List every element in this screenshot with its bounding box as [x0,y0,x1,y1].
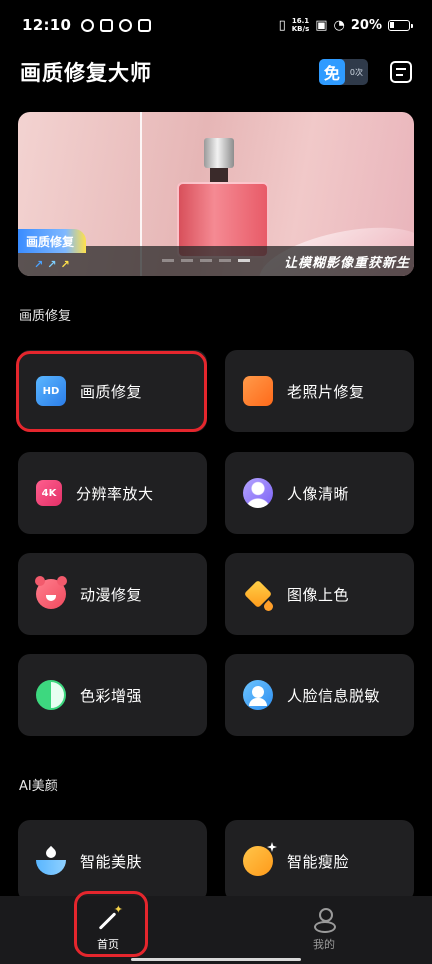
net-speed-value: 16.1 [291,17,310,25]
card-label: 分辨率放大 [76,484,154,503]
arrow-icon: ↗ [60,258,70,271]
nav-me-label: 我的 [313,938,335,951]
menu-icon[interactable] [390,61,412,83]
arrow-icon: ↗ [47,258,57,271]
card-label: 色彩增强 [80,686,143,705]
card-color-enhance[interactable]: 色彩增强 [18,654,207,736]
face-icon [243,680,273,710]
person-icon [313,908,336,933]
nav-me[interactable]: 我的 [264,896,384,964]
portrait-icon [243,478,273,508]
bear-icon [35,576,67,609]
perfume-cap [204,138,234,168]
card-label: 智能瘦脸 [287,852,350,871]
card-label: 动漫修复 [80,585,143,604]
banner-tag: 画质修复 [18,229,87,253]
card-label: 图像上色 [287,585,350,604]
arrow-icon: ↗ [34,258,44,271]
highlight-box [16,351,207,432]
card-smart-slim[interactable]: 智能瘦脸 [225,820,414,902]
vibrate-icon: ▯ [278,17,286,33]
4k-icon: 4K [36,480,62,506]
home-indicator [131,958,301,961]
notification-icons [81,18,152,32]
carousel-dot[interactable] [219,259,231,262]
card-old-photo[interactable]: 老照片修复 [225,350,414,432]
battery-percent: 20% [350,17,382,33]
status-right: ▯ 16.1 KB/s ▣ ◔ 20% [278,17,413,33]
sync-icon [119,18,133,32]
card-label: 老照片修复 [287,382,365,401]
carousel-dots[interactable] [162,259,250,262]
card-smart-skin[interactable]: 智能美肤 [18,820,207,902]
paint-bucket-icon [243,579,275,613]
wifi-icon: ◔ [333,17,345,33]
banner-slogan: 让模糊影像重获新生 [284,256,411,271]
section-title-beauty: AI美颜 [19,779,58,794]
skin-icon [36,845,66,876]
slim-face-icon [243,846,273,876]
sim-icon: ▣ [315,17,328,33]
status-bar: 12:10 ▯ 16.1 KB/s ▣ ◔ 20% [0,0,432,50]
app-title: 画质修复大师 [20,61,152,85]
battery-icon [388,19,413,31]
section-title-quality: 画质修复 [19,309,72,324]
card-anime-repair[interactable]: 动漫修复 [18,553,207,635]
free-icon: 免 [318,59,345,85]
carousel-dot[interactable] [181,259,193,262]
card-label: 智能美肤 [80,852,143,871]
card-colorize[interactable]: 图像上色 [225,553,414,635]
card-upscale[interactable]: 4K 分辨率放大 [18,452,207,534]
free-count: 0次 [349,67,363,77]
carousel-dot-active[interactable] [238,259,250,262]
wechat-icon [81,18,95,32]
carousel-dot[interactable] [162,259,174,262]
carousel-dot[interactable] [200,259,212,262]
status-time: 12:10 [22,16,72,34]
net-speed-unit: KB/s [291,25,310,33]
photo-icon [243,376,273,406]
free-uses-badge[interactable]: 免 0次 [318,59,368,85]
highlight-box [74,891,148,957]
grid-icon [138,18,152,32]
card-label: 人像清晰 [287,484,350,503]
card-face-desensitize[interactable]: 人脸信息脱敏 [225,654,414,736]
app-icon [100,18,114,32]
net-speed: 16.1 KB/s [292,17,309,33]
banner-arrows: ↗ ↗ ↗ [34,258,70,271]
contrast-icon [36,680,66,710]
bottom-nav: 首页 我的 [0,896,432,964]
card-portrait-clear[interactable]: 人像清晰 [225,452,414,534]
card-label: 人脸信息脱敏 [287,686,381,705]
perfume-neck [210,168,228,182]
app-header: 画质修复大师 免 0次 [0,50,432,94]
